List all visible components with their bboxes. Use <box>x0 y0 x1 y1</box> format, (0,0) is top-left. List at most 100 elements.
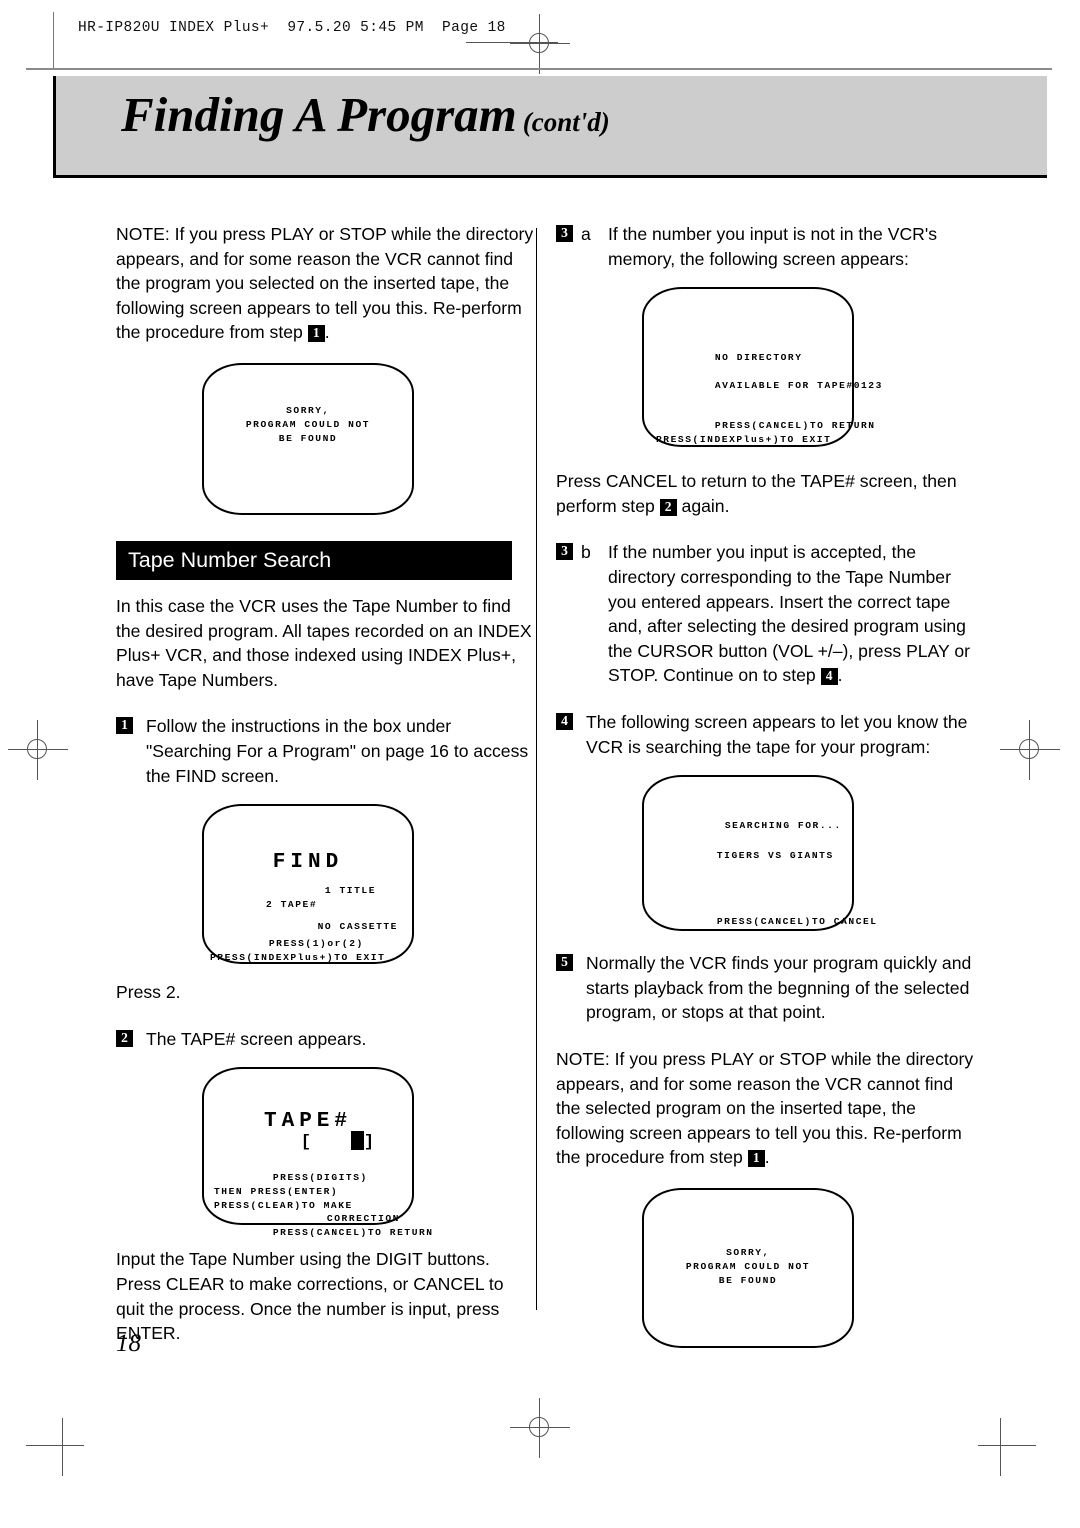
find-press-exit: PRESS(INDEXPlus+)TO EXIT <box>210 952 386 964</box>
step-3a-letter: a <box>581 224 591 244</box>
step-4: 4 The following screen appears to let yo… <box>556 710 976 759</box>
reg-horizontal <box>510 1427 570 1428</box>
sorry2-line-1: SORRY, <box>726 1246 770 1258</box>
searching-line-3: PRESS(CANCEL)TO CANCEL <box>716 916 878 928</box>
step-4-text: The following screen appears to let you … <box>586 711 968 757</box>
no-directory-line-1: NO DIRECTORY <box>714 352 803 364</box>
note-top-tail: . <box>324 322 330 343</box>
step-3b-number: 3 <box>556 543 573 561</box>
print-slug: HR-IP820U INDEX Plus+ 97.5.20 5:45 PM Pa… <box>78 20 506 36</box>
crop-mark-bottom-right <box>1000 1418 1001 1476</box>
registration-mark-right <box>1000 720 1060 780</box>
tape-bracket-open: [ <box>300 1133 311 1153</box>
note-bottom-tail: . <box>764 1147 770 1168</box>
crop-mark-bottom-right-h <box>978 1445 1036 1446</box>
tv-screen-sorry: SORRY, PROGRAM COULD NOT BE FOUND <box>202 362 414 515</box>
note-top-paragraph: NOTE: If you press PLAY or STOP while th… <box>116 222 536 345</box>
section-intro-paragraph: In this case the VCR uses the Tape Numbe… <box>116 595 532 690</box>
tape-bracket-close: ] <box>363 1133 375 1153</box>
step-3a-text: If the number you input is not in the VC… <box>608 224 938 269</box>
step-3b-letter: b <box>581 542 591 563</box>
step-reference-badge-3: 1 <box>747 1150 765 1168</box>
tv-screen-find: FIND 1 TITLE 2 TAPE# NO CASSETTE PRESS(1)… <box>202 804 414 965</box>
tv-screen-sorry-text: SORRY, PROGRAM COULD NOT BE FOUND <box>204 404 412 446</box>
tv-screen-searching: SEARCHING FOR... TIGERS VS GIANTS PRESS(… <box>642 775 876 932</box>
reg-horizontal <box>8 749 68 750</box>
step-3a: 3 a If the number you input is not in th… <box>556 222 976 271</box>
searching-line-1: SEARCHING FOR... <box>724 820 842 832</box>
sorry2-line-2: PROGRAM COULD NOT <box>685 1260 811 1272</box>
step-1-number: 1 <box>116 717 133 735</box>
reg-horizontal <box>510 43 570 44</box>
step-reference-badge: 1 <box>307 325 325 343</box>
sorry-line-3: BE FOUND <box>278 432 338 444</box>
section-heading-tape-number-search: Tape Number Search <box>116 540 512 580</box>
page-title: Finding A Program (cont'd) <box>121 90 610 139</box>
tape-line-2: THEN PRESS(ENTER) <box>214 1186 339 1198</box>
step-3b-text: If the number you input is accepted, the… <box>608 542 970 686</box>
tv-screen-find-prompts: PRESS(1)or(2) PRESS(INDEXPlus+)TO EXIT <box>204 923 412 979</box>
left-column: NOTE: If you press PLAY or STOP while th… <box>116 222 536 1346</box>
title-band-accent <box>53 76 56 175</box>
find-option-1: 1 TITLE <box>324 885 377 897</box>
page-frame-edge <box>53 12 54 68</box>
tape-cursor-block <box>350 1131 364 1151</box>
press-2-instruction: Press 2. <box>116 982 181 1003</box>
right-column: 3 a If the number you input is not in th… <box>556 222 976 1348</box>
tape-line-1: PRESS(DIGITS) <box>272 1172 368 1184</box>
reg-vertical <box>37 720 38 780</box>
tv-screen-searching-line3: PRESS(CANCEL)TO CANCEL <box>644 901 876 943</box>
step-2-number: 2 <box>116 1029 133 1047</box>
step-3a-number: 3 <box>556 225 573 242</box>
page-frame-rule <box>26 68 1052 70</box>
tv-screen-tape-return: PRESS(CANCEL)TO RETURN <box>204 1212 432 1254</box>
tv-screen-no-directory: NO DIRECTORY AVAILABLE FOR TAPE#0123 PRE… <box>642 287 882 448</box>
crop-mark-bottom-left-h <box>26 1445 84 1446</box>
step-reference-badge-2: 2 <box>659 498 677 516</box>
no-directory-line-3: PRESS(CANCEL)TO RETURN <box>714 420 876 432</box>
page-number: 18 <box>116 1330 141 1357</box>
tv-screen-no-directory-prompts: PRESS(CANCEL)TO RETURN PRESS(INDEXPlus+)T… <box>644 405 874 461</box>
step-2: 2 The TAPE# screen appears. <box>116 1027 536 1052</box>
tv-screen-searching-line2: TIGERS VS GIANTS <box>644 835 852 877</box>
sorry2-line-3: BE FOUND <box>718 1274 778 1286</box>
page-title-band: Finding A Program (cont'd) <box>53 76 1047 178</box>
slug-rule <box>466 42 558 43</box>
find-press-1-or-2: PRESS(1)or(2) <box>268 938 364 950</box>
searching-line-2: TIGERS VS GIANTS <box>716 850 834 862</box>
step-4-number: 4 <box>556 712 573 730</box>
reg-vertical <box>539 14 540 74</box>
registration-mark-top <box>510 14 570 74</box>
no-directory-line-4: PRESS(INDEXPlus+)TO EXIT <box>656 434 832 446</box>
step-5-text: Normally the VCR finds your program quic… <box>586 953 972 1023</box>
after-no-directory-text-b: again. <box>681 495 730 516</box>
column-divider <box>536 228 537 1310</box>
registration-mark-left <box>8 720 68 780</box>
page-title-main: Finding A Program <box>121 87 517 142</box>
step-5: 5 Normally the VCR finds your program qu… <box>556 951 976 1025</box>
note-bottom-paragraph: NOTE: If you press PLAY or STOP while th… <box>556 1047 976 1170</box>
step-3b: 3 b If the number you input is accepted,… <box>556 540 976 688</box>
tv-screen-tape-number: TAPE# [] PRESS(DIGITS) THEN PRESS(ENTER) P… <box>202 1067 432 1238</box>
step-5-number: 5 <box>556 954 573 972</box>
tv-screen-sorry-2-text: SORRY, PROGRAM COULD NOT BE FOUND <box>644 1246 852 1288</box>
sorry-line-1: SORRY, <box>286 404 330 416</box>
after-no-directory-paragraph: Press CANCEL to return to the TAPE# scre… <box>556 469 976 518</box>
after-no-directory-text-a: Press CANCEL to return to the TAPE# scre… <box>556 471 957 516</box>
step-3b-tail: . <box>837 665 843 686</box>
page-title-contd: (cont'd) <box>522 107 610 137</box>
no-directory-line-2: AVAILABLE FOR TAPE#0123 <box>714 380 883 392</box>
document-page: HR-IP820U INDEX Plus+ 97.5.20 5:45 PM Pa… <box>0 0 1080 1528</box>
step-reference-badge-4: 4 <box>820 668 838 686</box>
tv-screen-sorry-2: SORRY, PROGRAM COULD NOT BE FOUND <box>642 1187 854 1348</box>
step-1-text: Follow the instructions in the box under… <box>146 716 529 786</box>
reg-vertical <box>1029 720 1030 780</box>
step-1: 1 Follow the instructions in the box und… <box>116 714 536 788</box>
registration-mark-bottom <box>510 1398 570 1458</box>
closing-paragraph: Input the Tape Number using the DIGIT bu… <box>116 1249 504 1344</box>
step-2-text: The TAPE# screen appears. <box>146 1028 367 1049</box>
tv-screen-no-directory-line2: AVAILABLE FOR TAPE#0123 <box>644 365 882 407</box>
tape-line-5: PRESS(CANCEL)TO RETURN <box>272 1227 434 1239</box>
sorry-line-2: PROGRAM COULD NOT <box>245 418 371 430</box>
crop-mark-bottom-left <box>62 1418 63 1476</box>
